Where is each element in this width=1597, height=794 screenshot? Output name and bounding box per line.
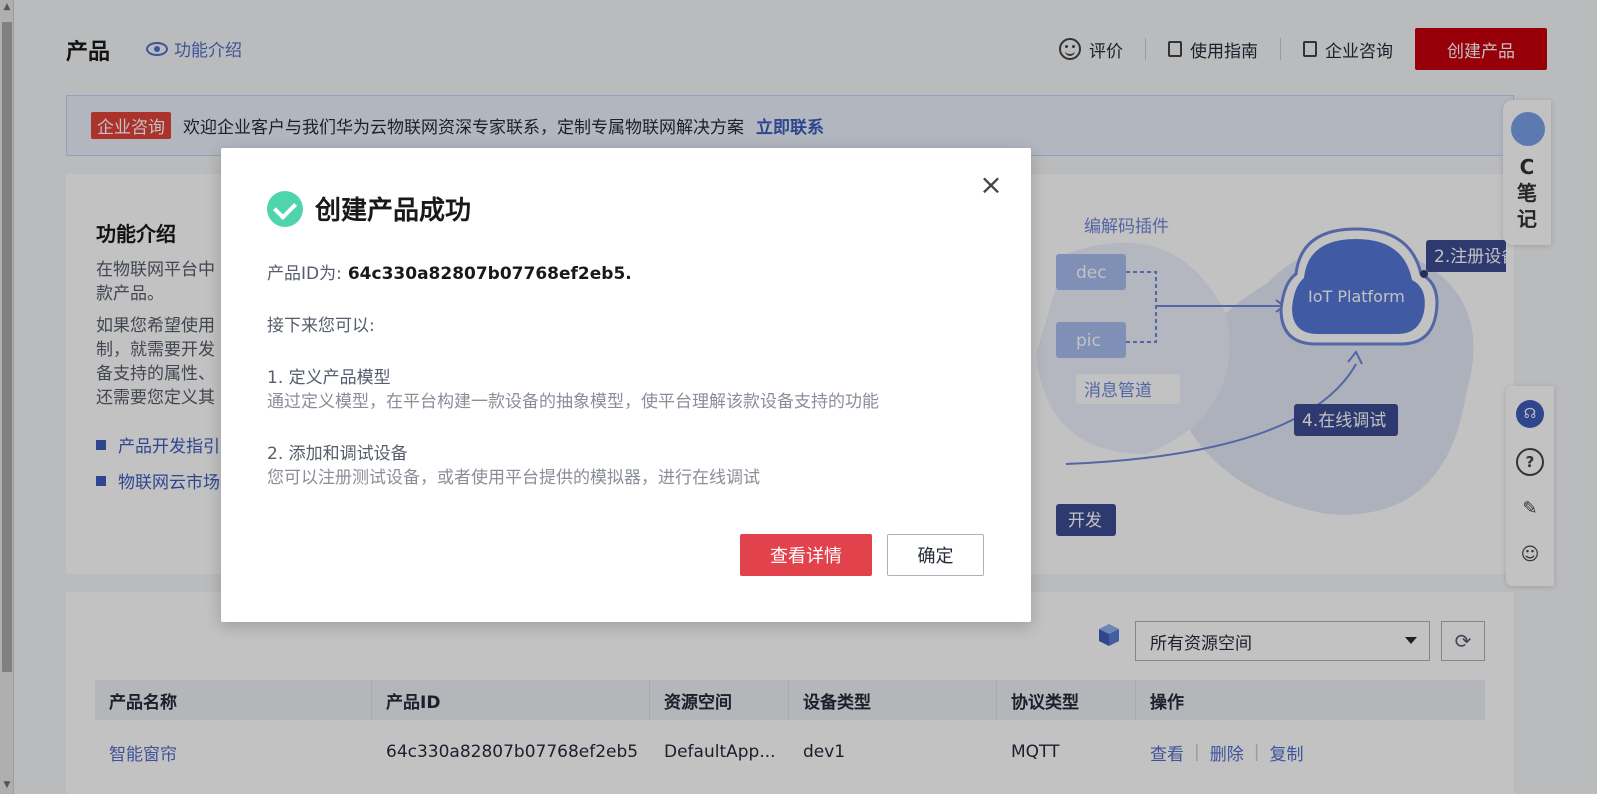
next-steps-text: 接下来您可以: — [267, 316, 375, 336]
dialog-title: 创建产品成功 — [315, 196, 472, 226]
view-details-button[interactable]: 查看详情 — [740, 534, 872, 576]
step1-title: 1. 定义产品模型 — [267, 368, 391, 388]
product-id-value: 64c330a82807b07768ef2eb5. — [347, 264, 632, 284]
close-icon[interactable]: × — [979, 171, 1003, 199]
step2-desc: 您可以注册测试设备，或者使用平台提供的模拟器，进行在线调试 — [267, 468, 760, 488]
dialog-footer: 查看详情 确定 — [740, 534, 984, 576]
success-check-icon — [267, 191, 303, 227]
dialog-body: 产品ID为: 64c330a82807b07768ef2eb5. 接下来您可以:… — [267, 262, 967, 490]
product-id-label: 产品ID为: — [267, 264, 342, 284]
step1-desc: 通过定义模型，在平台构建一款设备的抽象模型，使平台理解该款设备支持的功能 — [267, 392, 879, 412]
create-success-dialog: × 创建产品成功 产品ID为: 64c330a82807b07768ef2eb5… — [221, 148, 1031, 622]
step2-title: 2. 添加和调试设备 — [267, 444, 408, 464]
confirm-button[interactable]: 确定 — [887, 534, 984, 576]
product-id-line: 产品ID为: 64c330a82807b07768ef2eb5. — [267, 262, 967, 286]
